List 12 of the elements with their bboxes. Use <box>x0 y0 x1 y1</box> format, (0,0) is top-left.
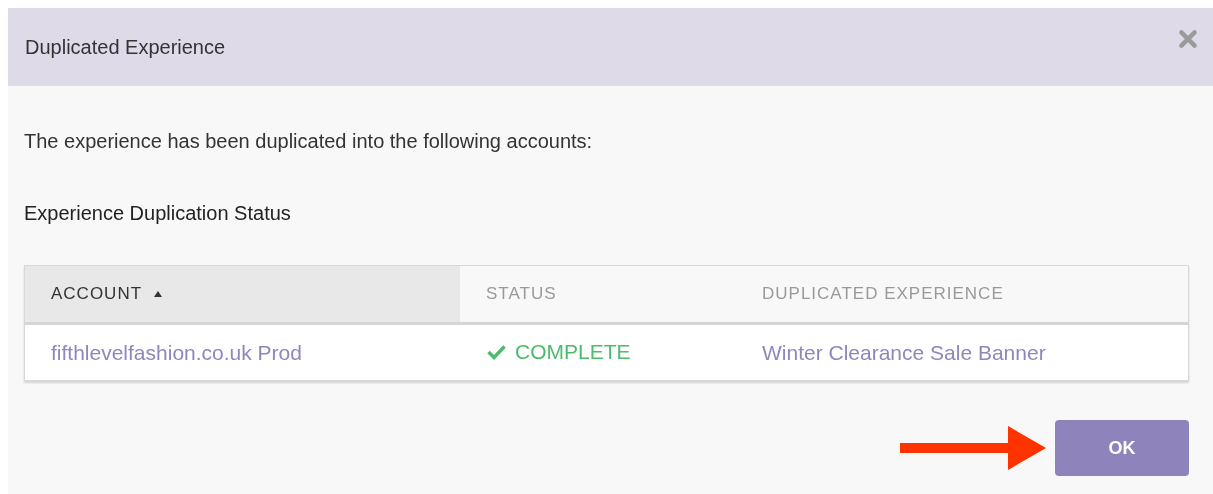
message-text: The experience has been duplicated into the following accounts: <box>24 130 594 153</box>
column-header[interactable]: ACCOUNT <box>24 265 460 324</box>
column-header[interactable]: DUPLICATED EXPERIENCE <box>736 265 1189 324</box>
section-title: Experience Duplication Status <box>24 202 292 225</box>
status-text: COMPLETE <box>515 340 631 364</box>
arrow-icon <box>900 426 1046 470</box>
ok-button[interactable]: OK <box>1055 420 1189 476</box>
account-link[interactable]: fifthlevelfashion.co.uk Prod <box>51 340 302 364</box>
experience-link[interactable]: Winter Clearance Sale Banner <box>762 340 1046 364</box>
dialog-title: Duplicated Experience <box>25 35 226 59</box>
column-header[interactable]: STATUS <box>460 265 736 324</box>
close-icon[interactable] <box>1177 28 1199 50</box>
